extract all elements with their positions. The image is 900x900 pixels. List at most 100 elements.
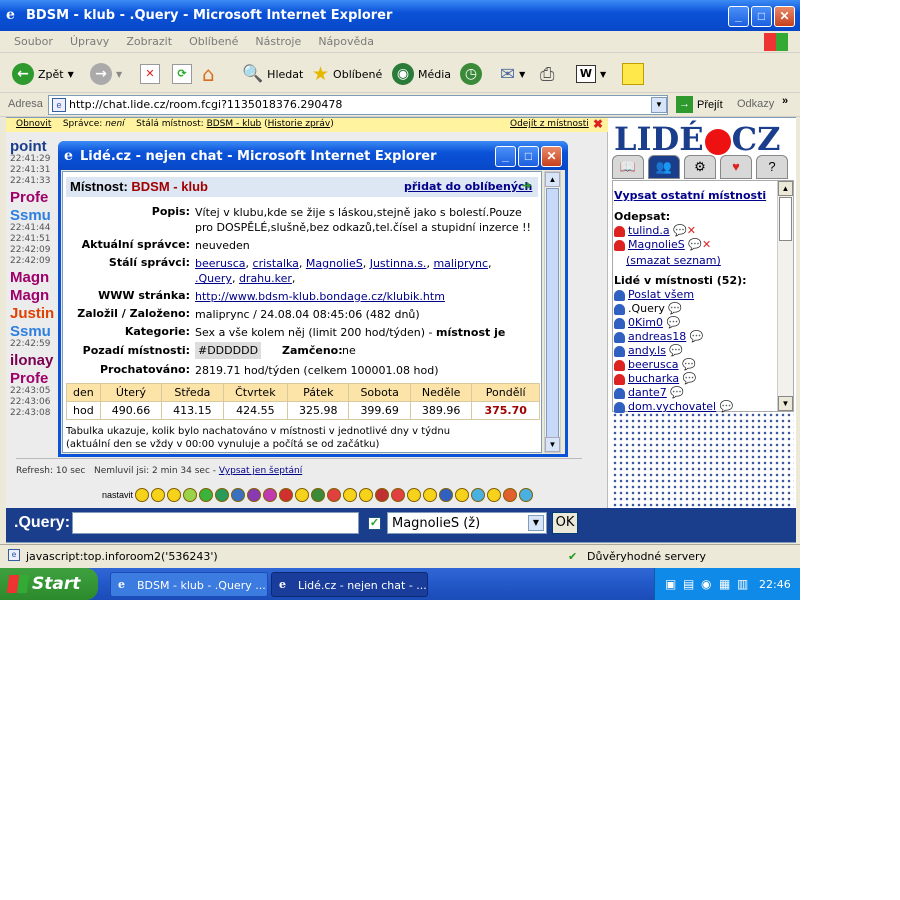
- smiley-icon[interactable]: [375, 488, 390, 502]
- perm-admin-link[interactable]: .Query: [195, 272, 232, 285]
- chat-nick[interactable]: ilonay: [10, 352, 53, 369]
- home-button[interactable]: ⌂: [202, 61, 215, 87]
- forward-dropdown-icon[interactable]: ▼: [116, 70, 122, 79]
- whisper-checkbox[interactable]: ✓: [368, 517, 381, 530]
- back-dropdown-icon[interactable]: ▼: [68, 70, 74, 79]
- smiley-icon[interactable]: [503, 488, 518, 502]
- address-dropdown-icon[interactable]: ▼: [651, 97, 667, 113]
- mail-dropdown-icon[interactable]: ▼: [519, 70, 525, 79]
- smiley-icon[interactable]: [359, 488, 374, 502]
- tray-volume-icon[interactable]: ▥: [737, 577, 748, 591]
- smiley-icon[interactable]: [231, 488, 246, 502]
- reply-user[interactable]: tulind.a: [628, 224, 670, 237]
- links-button[interactable]: Odkazy: [737, 98, 774, 110]
- chat-nick[interactable]: Ssmu: [10, 323, 51, 340]
- menu-view[interactable]: Zobrazit: [126, 31, 172, 48]
- tray-network-icon[interactable]: ▣: [665, 577, 676, 591]
- tab-rooms[interactable]: 📖: [612, 155, 644, 179]
- tray-app-icon[interactable]: ▤: [683, 577, 694, 591]
- smiley-icon[interactable]: [135, 488, 150, 502]
- smiley-icon[interactable]: [343, 488, 358, 502]
- refresh-button[interactable]: ⟳: [172, 61, 192, 87]
- notes-button[interactable]: [622, 61, 644, 87]
- smiley-icon[interactable]: [295, 488, 310, 502]
- scroll-up-icon[interactable]: ▲: [778, 181, 793, 196]
- message-bubble-icon[interactable]: 💬: [679, 372, 697, 385]
- tab-people[interactable]: 👥: [648, 155, 680, 179]
- maximize-button[interactable]: □: [751, 6, 772, 27]
- history-link[interactable]: Historie zpráv: [268, 119, 331, 129]
- edit-button[interactable]: W ▼: [576, 61, 606, 87]
- popup-minimize-button[interactable]: _: [495, 146, 516, 167]
- chat-nick[interactable]: point: [10, 138, 47, 155]
- user-name[interactable]: dante7: [628, 386, 667, 399]
- whisper-only-link[interactable]: Vypsat jen šeptání: [219, 466, 302, 476]
- popup-scroll-down-icon[interactable]: ▼: [545, 437, 560, 452]
- smiley-icon[interactable]: [407, 488, 422, 502]
- smiley-icon[interactable]: [311, 488, 326, 502]
- list-rooms-link[interactable]: Vypsat ostatní místnosti: [614, 189, 766, 202]
- favorites-button[interactable]: ★ Oblíbené: [312, 61, 382, 87]
- recipient-select[interactable]: MagnolieS (ž) ▼: [387, 512, 547, 534]
- refresh-link[interactable]: Obnovit: [16, 119, 51, 129]
- perm-admin-link[interactable]: beerusca: [195, 257, 246, 270]
- add-favorites-link[interactable]: přidat do oblíbených: [404, 180, 532, 193]
- minimize-button[interactable]: _: [728, 6, 749, 27]
- leave-close-icon[interactable]: ✖: [593, 117, 603, 131]
- back-button[interactable]: ← Zpět ▼: [12, 61, 74, 87]
- chat-nick[interactable]: Magn: [10, 287, 49, 304]
- smiley-icon[interactable]: [423, 488, 438, 502]
- add-favorites-icon[interactable]: ➔: [522, 179, 531, 192]
- mail-button[interactable]: ✉ ▼: [500, 61, 525, 87]
- user-name[interactable]: .Query: [628, 302, 665, 315]
- perm-admin-link[interactable]: maliprync: [433, 257, 488, 270]
- message-bubble-icon[interactable]: 💬: [679, 358, 696, 371]
- clear-list-link[interactable]: (smazat seznam): [626, 254, 721, 267]
- taskbar-item-lide[interactable]: Lidé.cz - nejen chat - ...: [271, 572, 428, 597]
- clock[interactable]: 22:46: [759, 578, 791, 591]
- smiley-icon[interactable]: [167, 488, 182, 502]
- chat-nick[interactable]: Profe: [10, 370, 48, 387]
- chat-nick[interactable]: Magn: [10, 269, 49, 286]
- message-bubble-icon[interactable]: 💬: [688, 238, 702, 251]
- smiley-icon[interactable]: [199, 488, 214, 502]
- smiley-icon[interactable]: [247, 488, 262, 502]
- go-button[interactable]: → Přejít: [676, 96, 723, 113]
- reply-user[interactable]: MagnolieS: [628, 238, 685, 251]
- menu-edit[interactable]: Úpravy: [70, 31, 109, 48]
- message-bubble-icon[interactable]: 💬: [686, 330, 704, 343]
- message-bubble-icon[interactable]: 💬: [665, 302, 682, 315]
- popup-scroll-up-icon[interactable]: ▲: [545, 172, 560, 187]
- people-list-scrollbar[interactable]: ▲ ▼: [777, 181, 793, 411]
- smiley-icon[interactable]: [215, 488, 230, 502]
- edit-dropdown-icon[interactable]: ▼: [600, 70, 606, 79]
- user-name[interactable]: bucharka: [628, 372, 679, 385]
- permanent-room-link[interactable]: BDSM - klub: [207, 119, 262, 129]
- menu-help[interactable]: Nápověda: [318, 31, 374, 48]
- smiley-icon[interactable]: [455, 488, 470, 502]
- message-bubble-icon[interactable]: 💬: [673, 224, 687, 237]
- message-bubble-icon[interactable]: 💬: [666, 344, 683, 357]
- chat-nick[interactable]: Profe: [10, 189, 48, 206]
- tab-settings[interactable]: ⚙: [684, 155, 716, 179]
- smiley-icon[interactable]: [391, 488, 406, 502]
- leave-room-link[interactable]: Odejít z místnosti: [510, 119, 589, 129]
- history-button[interactable]: ◷: [460, 61, 482, 87]
- perm-admin-link[interactable]: cristalka: [253, 257, 299, 270]
- search-button[interactable]: 🔍 Hledat: [242, 61, 303, 87]
- smiley-icon[interactable]: [263, 488, 278, 502]
- media-button[interactable]: ◉ Média: [392, 61, 451, 87]
- perm-admin-link[interactable]: drahu.ker: [239, 272, 292, 285]
- chat-nick[interactable]: Ssmu: [10, 207, 51, 224]
- perm-admin-link[interactable]: MagnolieS: [306, 257, 363, 270]
- menu-file[interactable]: Soubor: [14, 31, 53, 48]
- taskbar-item-bdsm[interactable]: BDSM - klub - .Query ...: [110, 572, 268, 597]
- user-name[interactable]: andy.ls: [628, 344, 666, 357]
- remove-icon[interactable]: ✕: [702, 238, 711, 251]
- smiley-icon[interactable]: [487, 488, 502, 502]
- smiley-icon[interactable]: [279, 488, 294, 502]
- www-link[interactable]: http://www.bdsm-klub.bondage.cz/klubik.h…: [195, 289, 535, 304]
- forward-button[interactable]: → ▼: [90, 61, 122, 87]
- smiley-icon[interactable]: [151, 488, 166, 502]
- remove-icon[interactable]: ✕: [687, 224, 696, 237]
